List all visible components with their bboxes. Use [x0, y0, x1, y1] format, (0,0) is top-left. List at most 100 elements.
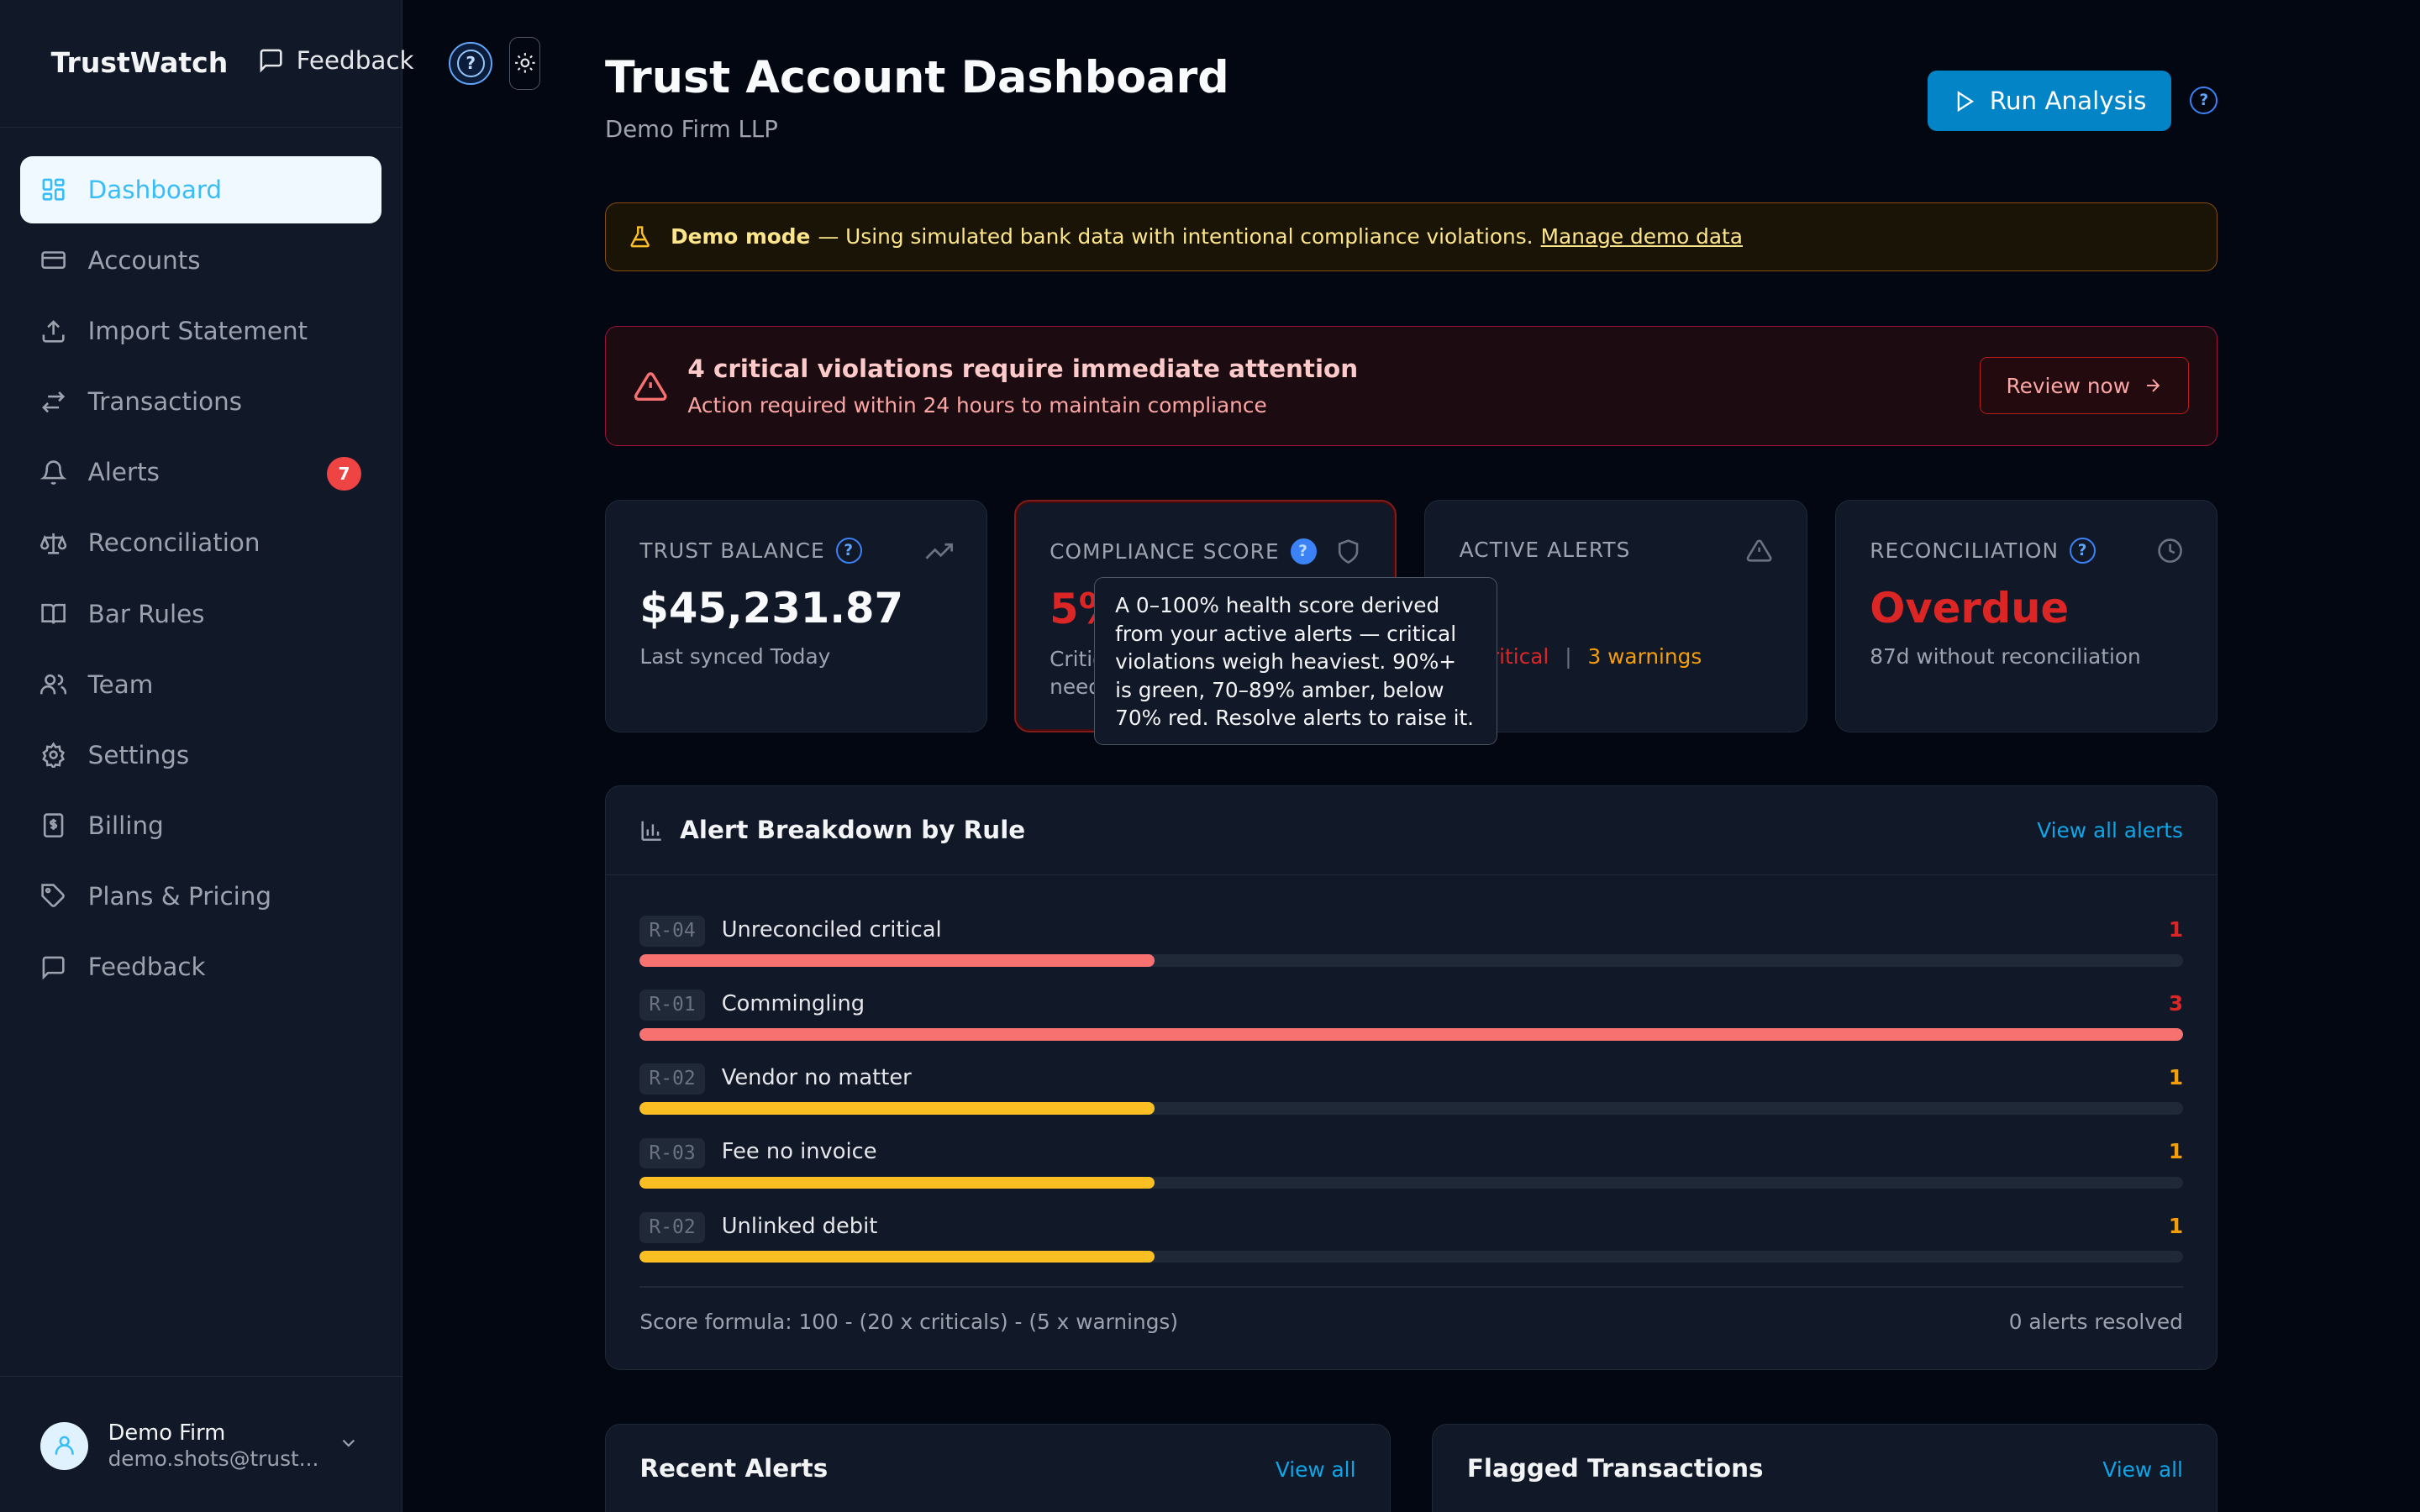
users-icon: [39, 674, 66, 695]
sidebar-item-label: Feedback: [87, 953, 206, 982]
card-label: RECONCILIATION ?: [1870, 538, 2096, 564]
rule-bar-track: [639, 954, 2184, 967]
card-label: COMPLIANCE SCORE ?: [1050, 538, 1317, 565]
recent-alerts-panel: Recent Alerts View all: [604, 1424, 1391, 1512]
arrows-swap-icon: [41, 391, 65, 412]
user-icon: [55, 1436, 74, 1456]
sidebar-item-team[interactable]: Team: [20, 650, 381, 718]
trust-balance-value: $45,231.87: [639, 584, 904, 633]
sidebar-item-label: Billing: [87, 811, 164, 840]
sidebar-item-plans-pricing[interactable]: Plans & Pricing: [20, 863, 381, 931]
sidebar-item-feedback[interactable]: Feedback: [20, 933, 381, 1001]
message-icon: [260, 50, 282, 73]
sidebar-nav: Dashboard Accounts Import Statement Tran…: [19, 155, 381, 1004]
rule-bar-fill: [639, 1102, 1155, 1116]
sidebar-item-label: Accounts: [87, 246, 201, 276]
sidebar-item-alerts[interactable]: Alerts 7: [20, 438, 381, 507]
reconciliation-sub: 87d without reconciliation: [1870, 643, 2141, 669]
tag-icon: [41, 884, 65, 908]
alerts-count-badge: 7: [327, 456, 361, 491]
rule-count: 1: [2168, 1213, 2184, 1238]
user-name: Demo Firm: [108, 1420, 226, 1446]
run-analysis-button[interactable]: Run Analysis: [1928, 71, 2172, 132]
rule-code: R-04: [639, 916, 705, 947]
sidebar-item-label: Transactions: [87, 387, 243, 417]
panel-header: Alert Breakdown by Rule View all alerts: [605, 786, 2217, 876]
demo-mode-text: — Using simulated bank data with intenti…: [818, 224, 1534, 249]
page-title: Trust Account Dashboard: [604, 52, 1229, 104]
panel-title: Recent Alerts: [639, 1454, 829, 1483]
view-all-recent-alerts-link[interactable]: View all: [1276, 1457, 1356, 1482]
sidebar-item-bar-rules[interactable]: Bar Rules: [20, 580, 381, 648]
sidebar-item-label: Team: [87, 669, 154, 699]
review-now-button[interactable]: Review now: [1979, 357, 2190, 415]
sidebar-item-dashboard[interactable]: Dashboard: [19, 155, 381, 224]
reconciliation-card: RECONCILIATION ? Overdue 87d without rec…: [1834, 500, 2218, 733]
chevron-down-icon[interactable]: [338, 1432, 360, 1454]
rule-row[interactable]: R-04 Unreconciled critical 1: [639, 916, 2184, 977]
sidebar-item-settings[interactable]: Settings: [20, 721, 381, 789]
rule-bar-fill: [639, 1176, 1155, 1189]
rule-code: R-01: [639, 990, 705, 1021]
rule-name: Unreconciled critical: [721, 916, 942, 942]
theme-toggle-button[interactable]: [509, 37, 540, 90]
question-icon[interactable]: ?: [1290, 538, 1317, 565]
arrow-right-icon: [2146, 379, 2160, 392]
rule-bar-track: [639, 1102, 2184, 1116]
warning-triangle-icon: [634, 372, 667, 401]
page-subtitle: Demo Firm LLP: [604, 115, 778, 143]
brand-logo[interactable]: TrustWatch: [51, 46, 229, 79]
warning-count-text: 3 warnings: [1587, 643, 1702, 669]
feedback-button[interactable]: Feedback: [258, 46, 414, 75]
sidebar-item-label: Reconciliation: [87, 528, 260, 558]
dashboard-icon: [42, 178, 65, 201]
sidebar-item-transactions[interactable]: Transactions: [20, 368, 381, 436]
rule-count: 1: [2168, 916, 2184, 942]
critical-violations-banner: 4 critical violations require immediate …: [604, 325, 2218, 446]
credit-card-icon: [41, 251, 66, 270]
flagged-transactions-panel: Flagged Transactions View all: [1432, 1424, 2218, 1512]
receipt-icon: [43, 813, 64, 838]
sidebar-item-label: Import Statement: [87, 317, 308, 346]
rule-code: R-03: [639, 1137, 705, 1169]
rule-name: Vendor no matter: [721, 1065, 912, 1091]
sidebar-item-import-statement[interactable]: Import Statement: [20, 297, 381, 365]
reconciliation-value: Overdue: [1870, 584, 2070, 633]
critical-banner-title: 4 critical violations require immediate …: [687, 354, 1359, 383]
rule-bar-track: [639, 1176, 2184, 1189]
rule-name: Fee no invoice: [721, 1139, 877, 1165]
rule-name: Unlinked debit: [721, 1213, 878, 1239]
play-icon: [1957, 90, 1974, 112]
rule-row[interactable]: R-02 Unlinked debit 1: [639, 1211, 2184, 1273]
rule-bar-fill: [639, 1250, 1155, 1263]
flask-icon: [630, 226, 650, 248]
rule-row[interactable]: R-03 Fee no invoice 1: [639, 1137, 2184, 1200]
rule-row[interactable]: R-01 Commingling 3: [639, 990, 2184, 1051]
rule-name: Commingling: [721, 991, 865, 1017]
question-icon[interactable]: ?: [835, 538, 862, 564]
sun-icon: [514, 53, 535, 74]
user-menu[interactable]: Demo Firm demo.shots@trust...: [0, 1376, 403, 1512]
upload-icon: [42, 319, 65, 343]
card-label: TRUST BALANCE ?: [639, 538, 862, 564]
sidebar-item-reconciliation[interactable]: Reconciliation: [20, 509, 381, 577]
score-formula: Score formula: 100 - (20 x criticals) - …: [639, 1309, 1179, 1334]
question-icon[interactable]: ?: [2069, 538, 2096, 564]
rule-row[interactable]: R-02 Vendor no matter 1: [639, 1063, 2184, 1125]
rule-bar-track: [639, 1250, 2184, 1263]
rule-bar-track: [639, 1028, 2184, 1041]
review-now-label: Review now: [2006, 373, 2130, 398]
sidebar-item-billing[interactable]: Billing: [20, 791, 381, 859]
view-all-flagged-link[interactable]: View all: [2102, 1457, 2183, 1482]
view-all-alerts-link[interactable]: View all alerts: [2037, 818, 2183, 843]
gear-icon: [41, 742, 65, 769]
help-button[interactable]: ?: [449, 41, 492, 85]
sidebar: TrustWatch Dashboard Accounts Import Sta…: [0, 0, 403, 1512]
sidebar-item-accounts[interactable]: Accounts: [20, 227, 381, 295]
feedback-label: Feedback: [296, 46, 414, 76]
compliance-score-tooltip: A 0–100% health score derived from your …: [1094, 576, 1497, 746]
rule-bar-fill: [639, 954, 1155, 967]
manage-demo-data-link[interactable]: Manage demo data: [1541, 224, 1743, 249]
active-alerts-label: ACTIVE ALERTS: [1459, 538, 1631, 563]
run-analysis-help-icon[interactable]: ?: [2190, 86, 2218, 114]
